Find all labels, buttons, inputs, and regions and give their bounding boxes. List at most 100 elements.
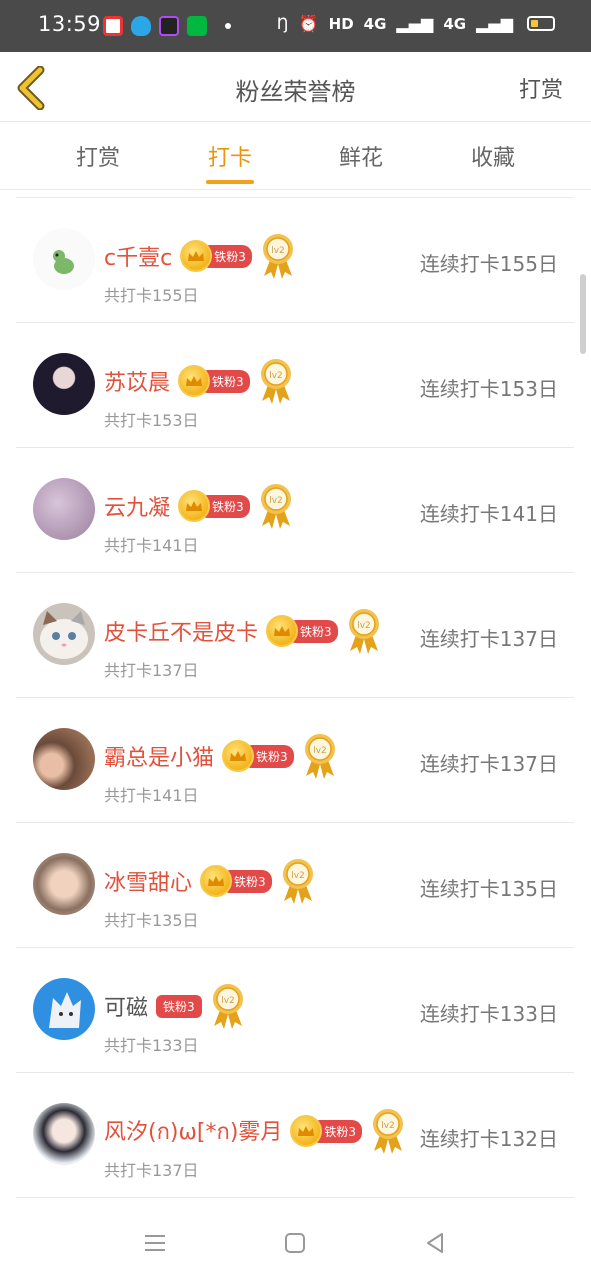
medal-level-text: lv2 (269, 496, 283, 506)
tab-bar: 打赏 打卡 鲜花 收藏 (0, 122, 591, 190)
home-icon[interactable] (282, 1230, 308, 1256)
medal-level-text: lv2 (269, 371, 283, 381)
level-medal-icon: lv2 (212, 984, 243, 1029)
medal-level-text: lv2 (291, 871, 305, 881)
active-tab-indicator (206, 180, 254, 184)
medal-level-text: lv2 (221, 996, 235, 1006)
avatar[interactable] (33, 353, 95, 415)
list-item[interactable]: c千壹c 铁粉3 lv2 共打卡155日 连续打卡155日 (16, 198, 574, 323)
avatar[interactable] (33, 1103, 95, 1165)
level-medal-icon: lv2 (282, 859, 313, 904)
signal-4g-icon-2: 4G (443, 14, 467, 33)
menu-icon[interactable] (142, 1230, 168, 1256)
signal-bars-icon: ▂▄▆ (396, 14, 434, 33)
level-medal-icon: lv2 (304, 734, 335, 779)
fan-name: 风汐(ก)ω[*ก)雾月 (104, 1119, 283, 1145)
nfc-icon: Ŋ (276, 14, 289, 33)
list-item[interactable]: 皮卡丘不是皮卡 铁粉3 lv2 共打卡137日 连续打卡137日 (16, 573, 574, 698)
total-checkin-days: 共打卡137日 (104, 661, 199, 680)
signal-bars-icon-2: ▂▄▆ (476, 14, 513, 33)
hd-label: HD (328, 14, 354, 33)
crown-icon (222, 740, 255, 772)
fan-level-badge: 铁粉3 (178, 490, 250, 522)
status-indicators: Ŋ ⏰ HD 4G ▂▄▆ 4G ▂▄▆ (277, 14, 555, 33)
qq-icon (131, 16, 151, 36)
avatar[interactable] (33, 478, 95, 540)
level-medal-icon: lv2 (260, 359, 291, 404)
fan-level-label: 铁粉3 (156, 994, 202, 1018)
fan-level-badge: 铁粉3 (178, 365, 250, 397)
level-medal-icon: lv2 (262, 234, 293, 279)
fan-level-badge: 铁粉3 (266, 615, 338, 647)
tab-checkin[interactable]: 打卡 (180, 140, 280, 172)
list-item[interactable]: 冰雪甜心 铁粉3 lv2 共打卡135日 连续打卡135日 (16, 823, 574, 948)
tab-flowers[interactable]: 鲜花 (311, 140, 411, 172)
system-nav-bar (0, 1200, 591, 1280)
fan-checkin-list: c千壹c 铁粉3 lv2 共打卡155日 连续打卡155日 苏苡晨 铁粉3 lv… (16, 198, 574, 1198)
list-item[interactable]: 可磁 铁粉3 lv2 共打卡133日 连续打卡133日 (16, 948, 574, 1073)
back-icon[interactable] (422, 1230, 448, 1256)
list-item[interactable]: 霸总是小猫 铁粉3 lv2 共打卡141日 连续打卡137日 (16, 698, 574, 823)
fan-level-badge: 铁粉3 (290, 1115, 363, 1147)
avatar[interactable] (33, 978, 95, 1040)
crown-icon (180, 240, 213, 272)
fan-level-badge: 铁粉3 (180, 240, 252, 272)
page-title: 粉丝荣誉榜 (235, 78, 356, 106)
status-app-icons (103, 16, 231, 36)
fan-name: c千壹c (104, 246, 173, 271)
fan-name: 云九凝 (104, 496, 171, 521)
fan-level-badge: 铁粉3 (156, 994, 202, 1018)
list-item[interactable]: 风汐(ก)ω[*ก)雾月 铁粉3 lv2 共打卡137日 连续打卡132日 (16, 1073, 574, 1198)
crown-icon (178, 365, 211, 397)
list-item[interactable]: 苏苡晨 铁粉3 lv2 共打卡153日 连续打卡153日 (16, 323, 574, 448)
level-medal-icon: lv2 (260, 484, 291, 529)
alarm-icon: ⏰ (298, 14, 319, 33)
scrollbar-thumb[interactable] (580, 274, 586, 354)
tab-favorites[interactable]: 收藏 (443, 140, 543, 172)
crown-icon (266, 615, 299, 647)
medal-level-text: lv2 (357, 621, 371, 631)
fan-name: 苏苡晨 (104, 371, 171, 396)
avatar[interactable] (33, 728, 95, 790)
app-header: 粉丝荣誉榜 打赏 (0, 52, 591, 122)
streak-checkin-days: 连续打卡135日 (419, 877, 558, 901)
total-checkin-days: 共打卡141日 (104, 786, 199, 805)
status-time: 13:59 (38, 12, 102, 36)
streak-checkin-days: 连续打卡137日 (419, 627, 558, 651)
streak-checkin-days: 连续打卡133日 (419, 1002, 558, 1026)
total-checkin-days: 共打卡137日 (104, 1161, 199, 1180)
fan-name: 霸总是小猫 (104, 746, 215, 771)
avatar[interactable] (33, 853, 95, 915)
more-notifications-dot (225, 23, 231, 29)
level-medal-icon: lv2 (373, 1109, 404, 1154)
total-checkin-days: 共打卡141日 (104, 536, 199, 555)
total-checkin-days: 共打卡133日 (104, 1036, 199, 1055)
signal-4g-icon: 4G (363, 14, 387, 33)
total-checkin-days: 共打卡135日 (104, 911, 199, 930)
crown-icon (178, 490, 211, 522)
level-medal-icon: lv2 (348, 609, 379, 654)
fan-level-badge: 铁粉3 (200, 865, 272, 897)
total-checkin-days: 共打卡153日 (104, 411, 199, 430)
tab-reward[interactable]: 打赏 (48, 140, 148, 172)
total-checkin-days: 共打卡155日 (104, 286, 199, 305)
avatar[interactable] (33, 603, 95, 665)
status-bar: 13:59 Ŋ ⏰ HD 4G ▂▄▆ 4G ▂▄▆ (0, 0, 591, 52)
list-item[interactable]: 云九凝 铁粉3 lv2 共打卡141日 连续打卡141日 (16, 448, 574, 573)
battery-icon (527, 16, 555, 31)
fan-name: 冰雪甜心 (104, 871, 193, 896)
reward-button[interactable]: 打赏 (519, 72, 563, 104)
avatar[interactable] (33, 228, 95, 290)
fan-level-badge: 铁粉3 (222, 740, 294, 772)
fan-name: 可磁 (104, 996, 149, 1021)
app-notification-icon (103, 16, 123, 36)
crown-icon (200, 865, 233, 897)
iqiyi-icon (187, 16, 207, 36)
medal-level-text: lv2 (271, 246, 285, 256)
video-app-icon (159, 16, 179, 36)
fan-name: 皮卡丘不是皮卡 (104, 621, 259, 646)
streak-checkin-days: 连续打卡153日 (419, 377, 558, 401)
medal-level-text: lv2 (313, 746, 327, 756)
streak-checkin-days: 连续打卡132日 (419, 1127, 558, 1151)
streak-checkin-days: 连续打卡155日 (419, 252, 558, 276)
